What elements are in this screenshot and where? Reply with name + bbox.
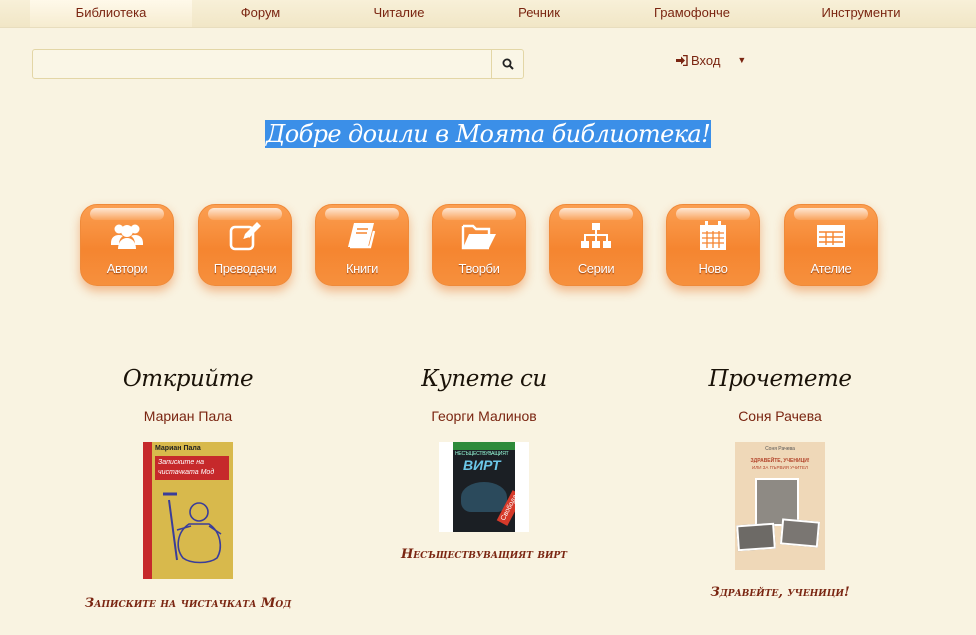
section-label: Ателие	[810, 261, 852, 276]
cover-photo-right	[779, 518, 821, 548]
column-title: Открийте	[122, 366, 254, 392]
section-label: Серии	[577, 261, 615, 276]
search-box	[32, 49, 524, 79]
cover-title-line2: чистачката Мод	[158, 469, 215, 476]
column-title: Купете си	[421, 366, 547, 392]
cover-title-line1: ЗДРАВЕЙТЕ, УЧЕНИЦИ!	[750, 458, 810, 464]
book-title-link[interactable]: Несъществуващият вирт	[334, 547, 634, 562]
sitemap-icon	[550, 219, 642, 253]
cover-title-line1: Записките на	[158, 459, 204, 466]
cover-photo-left	[736, 522, 776, 552]
nav-item-gramophone[interactable]: Грамофонче	[609, 0, 775, 27]
book-title-link[interactable]: Здравейте, ученици!	[630, 585, 930, 600]
cover-author: Соня Рачева	[765, 446, 795, 452]
search-input[interactable]	[33, 50, 491, 78]
cover-spine	[143, 442, 152, 579]
discover-column: Открийте Мариан Пала Записките на чистач…	[38, 366, 338, 611]
nav-item-tools[interactable]: Инструменти	[775, 0, 947, 27]
section-button-works[interactable]: Творби	[432, 204, 526, 286]
column-title: Прочетете	[708, 366, 852, 392]
author-link[interactable]: Мариан Пала	[38, 408, 338, 424]
buy-column: Купете си Георги Малинов Несъществуващия…	[334, 366, 634, 562]
section-button-books[interactable]: Книги	[315, 204, 409, 286]
search-button[interactable]	[491, 50, 523, 78]
book-icon	[316, 219, 408, 253]
book-cover[interactable]: Соня Рачева ЗДРАВЕЙТЕ, УЧЕНИЦИ! ИЛИ ЗА П…	[735, 442, 825, 570]
section-label: Преводачи	[213, 261, 277, 276]
edit-icon	[199, 219, 291, 253]
search-icon	[502, 58, 514, 70]
cover-author: Мариан Пала	[155, 445, 201, 452]
table-icon	[785, 219, 877, 253]
top-navigation: Библиотека Форум Читалие Речник Грамофон…	[0, 0, 976, 28]
book-title-link[interactable]: Записките на чистачката Мод	[38, 596, 338, 611]
section-button-new[interactable]: Ново	[666, 204, 760, 286]
book-cover[interactable]: Мариан Пала Записките на чистачката Мод	[143, 442, 233, 579]
book-cover[interactable]: НЕСЪЩЕСТВУВАЩИЯТ ВИРТ Свобода	[439, 442, 529, 532]
nav-item-reading-room[interactable]: Читалие	[329, 0, 469, 27]
calendar-icon	[667, 219, 759, 253]
cover-title-band: Записките на чистачката Мод	[155, 456, 229, 480]
folder-open-icon	[433, 219, 525, 253]
login-label: Вход	[691, 52, 721, 68]
section-label: Творби	[458, 261, 500, 276]
welcome-heading: Добре дошли в Моята библиотека!	[0, 120, 976, 148]
cover-illustration	[163, 492, 222, 564]
welcome-text: Добре дошли в Моята библиотека!	[264, 120, 712, 148]
section-label: Ново	[698, 261, 728, 276]
author-link[interactable]: Соня Рачева	[630, 408, 930, 424]
login-link[interactable]: Вход ▼	[676, 52, 746, 68]
caret-down-icon[interactable]: ▼	[737, 55, 746, 65]
section-button-translators[interactable]: Преводачи	[198, 204, 292, 286]
nav-item-dictionary[interactable]: Речник	[469, 0, 609, 27]
cover-illustration	[461, 482, 507, 512]
cover-top-band	[453, 442, 515, 450]
nav-item-forum[interactable]: Форум	[192, 0, 329, 27]
read-column: Прочетете Соня Рачева Здравейте, ученици…	[630, 366, 930, 600]
sign-in-icon	[676, 54, 688, 66]
section-button-authors[interactable]: Автори	[80, 204, 174, 286]
section-label: Книги	[345, 261, 379, 276]
section-button-series[interactable]: Серии	[549, 204, 643, 286]
section-label: Автори	[106, 261, 148, 276]
cover-title-line2: ВИРТ	[463, 457, 501, 473]
cover-title-line2: ИЛИ ЗА ПЪРВИЯ УЧИТЕЛ	[752, 465, 808, 470]
users-icon	[81, 219, 173, 253]
nav-item-library[interactable]: Библиотека	[30, 0, 192, 27]
author-link[interactable]: Георги Малинов	[334, 408, 634, 424]
section-button-atelier[interactable]: Ателие	[784, 204, 878, 286]
